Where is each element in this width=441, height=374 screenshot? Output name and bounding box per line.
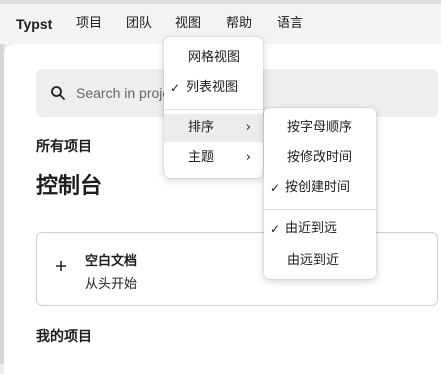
menu-item-label: 按字母顺序	[287, 120, 353, 135]
menu-item-label: 主题	[188, 150, 215, 165]
menu-item-label: 按创建时间	[285, 180, 351, 195]
plus-icon	[56, 261, 66, 271]
menu-item-sort-alphabetical[interactable]: 按字母顺序	[264, 115, 376, 141]
my-projects-label: 我的项目	[36, 329, 92, 345]
blank-document-subtitle: 从头开始	[85, 277, 138, 292]
menu-item-label: 由近到远	[285, 221, 338, 236]
chevron-right-icon: ›	[245, 120, 251, 135]
checkmark-icon: ✓	[270, 222, 281, 236]
menu-item-order-near-to-far[interactable]: ✓ 由近到远	[264, 216, 376, 242]
menu-item-grid-view[interactable]: 网格视图	[164, 45, 263, 71]
all-projects-label: 所有项目	[36, 139, 92, 155]
blank-document-title: 空白文档	[85, 254, 138, 269]
menu-divider	[164, 109, 263, 110]
chevron-right-icon: ›	[245, 150, 251, 165]
menu-team[interactable]: 团队	[126, 4, 152, 44]
view-dropdown-menu: 网格视图 ✓ 列表视图 排序 › 主题 ›	[164, 37, 263, 178]
search-icon	[51, 86, 65, 100]
menu-item-label: 排序	[188, 120, 215, 135]
blank-document-card[interactable]: 空白文档 从头开始	[36, 232, 438, 306]
typst-logo[interactable]: Typst	[16, 4, 52, 44]
page-title: 控制台	[36, 174, 103, 199]
menu-language[interactable]: 语言	[277, 4, 303, 44]
menu-item-label: 列表视图	[186, 80, 239, 95]
menu-item-sort[interactable]: 排序 ›	[164, 115, 263, 141]
menu-item-label: 由远到近	[287, 253, 340, 268]
checkmark-icon: ✓	[270, 181, 281, 195]
menu-item-label: 网格视图	[188, 50, 241, 65]
menu-item-sort-modified[interactable]: 按修改时间	[264, 145, 376, 171]
menu-item-order-far-to-near[interactable]: 由远到近	[264, 248, 376, 274]
menu-item-label: 按修改时间	[287, 150, 353, 165]
menu-divider	[264, 209, 376, 210]
checkmark-icon: ✓	[170, 81, 181, 95]
menu-item-sort-created[interactable]: ✓ 按创建时间	[264, 175, 376, 201]
menu-item-list-view[interactable]: ✓ 列表视图	[164, 75, 263, 101]
sort-submenu: 按字母顺序 按修改时间 ✓ 按创建时间 ✓ 由近到远 由远到近	[264, 108, 376, 279]
menu-item-theme[interactable]: 主题 ›	[164, 145, 263, 171]
menu-projects[interactable]: 项目	[76, 4, 102, 44]
